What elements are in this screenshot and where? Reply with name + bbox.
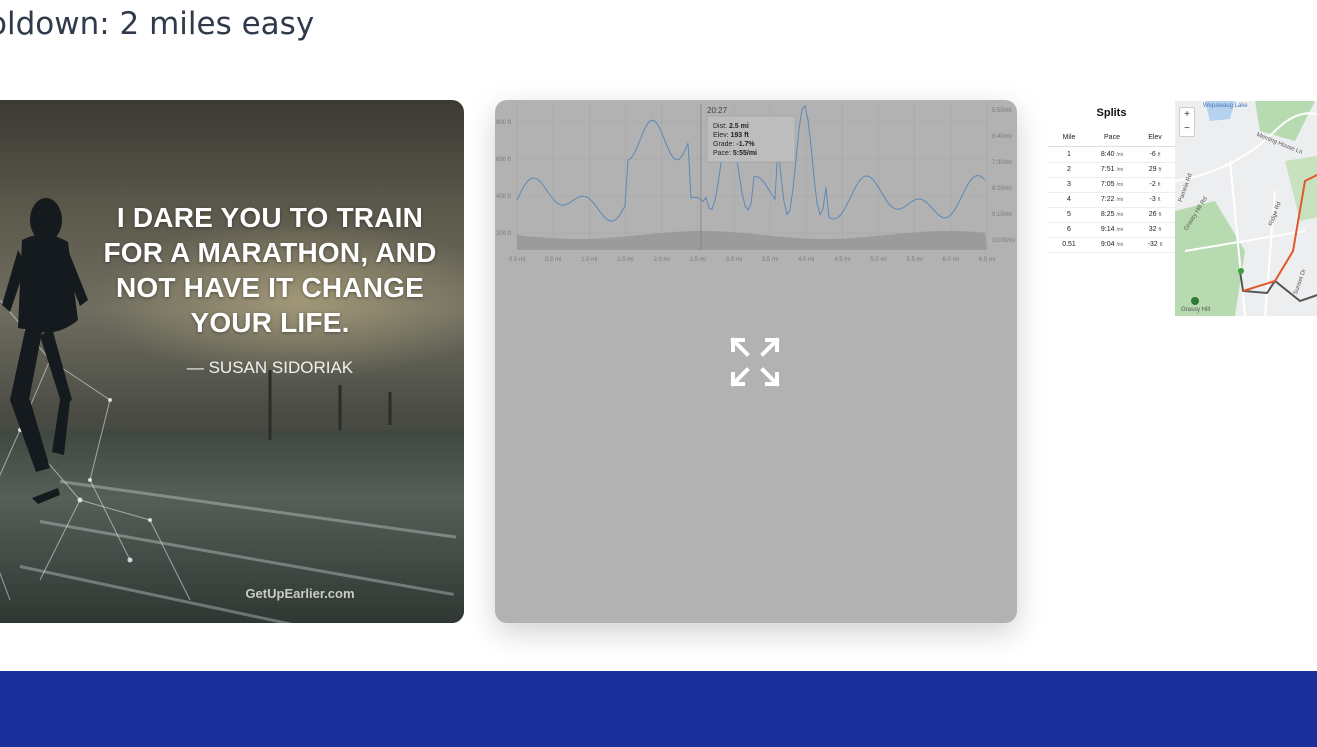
quote-author: — SUSAN SIDORIAK: [186, 358, 354, 377]
splits-header-row: Mile Pace Elev: [1048, 134, 1175, 147]
y-left-tick-label: 800 ft: [496, 120, 511, 126]
split-elev: -2 ft: [1149, 181, 1161, 188]
splits-table: Splits Mile Pace Elev 1 8:40 /mi -6 ft 2 7:5…: [1048, 101, 1175, 316]
y-right-tick-label: 9:10/mi: [992, 212, 1012, 218]
svg-text:Grade: -1.7%: Grade: -1.7%: [713, 141, 755, 148]
split-elev: -32 ft: [1147, 241, 1163, 248]
route-map[interactable]: + − Wepawaug Lake Meeting House Ln Grass…: [1175, 101, 1317, 316]
col-pace: Pace: [1104, 134, 1120, 141]
x-tick-label: 5.5 mi: [907, 257, 923, 263]
y-right-tick-label: 10:00/mi: [992, 238, 1015, 244]
split-pace: 8:40 /mi: [1100, 151, 1124, 158]
expand-arrows-icon: [730, 337, 780, 387]
split-pace: 9:04 /mi: [1100, 241, 1124, 248]
map-label: Grassy Hill: [1181, 307, 1211, 313]
split-mile: 6: [1067, 226, 1071, 233]
quote-text: I DARE YOU TO TRAIN FOR A MARATHON, AND …: [103, 202, 437, 338]
x-tick-label: 1.0 mi: [581, 257, 597, 263]
y-right-tick-label: 7:30/mi: [992, 160, 1012, 166]
split-pace: 7:51 /mi: [1100, 166, 1124, 173]
split-pace: 8:25 /mi: [1100, 211, 1124, 218]
x-tick-label: 6.0 mi: [943, 257, 959, 263]
col-mile: Mile: [1062, 134, 1076, 141]
split-elev: 26 ft: [1148, 211, 1162, 218]
x-tick-label: 2.0 mi: [653, 257, 669, 263]
split-row: 4 7:22 /mi -3 ft: [1048, 192, 1175, 208]
split-row: 5 8:25 /mi 26 ft: [1048, 207, 1175, 223]
expand-button[interactable]: [727, 334, 783, 390]
section-heading: oldown: 2 miles easy: [0, 6, 315, 42]
footer-bar: [0, 671, 1317, 747]
split-row: 2 7:51 /mi 29 ft: [1048, 162, 1175, 178]
quote-image-card[interactable]: I DARE YOU TO TRAIN FOR A MARATHON, AND …: [0, 100, 464, 623]
map-label: Wepawaug Lake: [1203, 103, 1248, 109]
x-tick-label: 4.0 mi: [798, 257, 814, 263]
x-tick-label: 1.5 mi: [617, 257, 633, 263]
x-tick-label: 0.5 mi: [545, 257, 561, 263]
split-pace: 9:14 /mi: [1100, 226, 1124, 233]
split-row: 0.51 9:04 /mi -32 ft: [1048, 237, 1175, 253]
split-mile: 3: [1067, 181, 1071, 188]
x-tick-label: 2.5 mi: [690, 257, 706, 263]
split-mile: 2: [1067, 166, 1071, 173]
time-label: 20:27: [707, 106, 728, 115]
split-pace: 7:22 /mi: [1100, 196, 1124, 203]
quote-site-watermark: GetUpEarlier.com: [245, 586, 355, 601]
svg-text:Dist: 2.5 mi: Dist: 2.5 mi: [713, 123, 749, 130]
split-pace: 7:05 /mi: [1100, 181, 1124, 188]
zoom-out-button[interactable]: −: [1180, 122, 1194, 136]
split-elev: 29 ft: [1148, 166, 1162, 173]
y-left-tick-label: 400 ft: [496, 194, 511, 200]
y-right-tick-label: 5:50/mi: [992, 108, 1012, 114]
elevation-area: [517, 231, 987, 250]
x-tick-label: 0.0 mi: [509, 257, 525, 263]
split-mile: 4: [1067, 196, 1071, 203]
y-right-tick-label: 8:20/mi: [992, 186, 1012, 192]
map-zoom-control[interactable]: + −: [1179, 107, 1195, 137]
split-mile: 1: [1067, 151, 1071, 158]
split-row: 6 9:14 /mi 32 ft: [1048, 222, 1175, 238]
split-elev: -3 ft: [1149, 196, 1161, 203]
zoom-in-button[interactable]: +: [1180, 108, 1194, 122]
split-row: 1 8:40 /mi -6 ft: [1048, 147, 1175, 163]
col-elev: Elev: [1148, 134, 1162, 141]
elevation-chart-card[interactable]: 800 ft 600 ft 400 ft 200 ft 5:50/mi 6:40/mi 7…: [495, 100, 1017, 623]
split-elev: 32 ft: [1148, 226, 1162, 233]
y-left-tick-label: 200 ft: [496, 231, 511, 237]
splits-map-card[interactable]: Splits Mile Pace Elev 1 8:40 /mi -6 ft 2 7:5…: [1048, 101, 1317, 316]
split-mile: 5: [1067, 211, 1071, 218]
x-tick-label: 3.5 mi: [762, 257, 778, 263]
y-left-tick-label: 600 ft: [496, 157, 511, 163]
split-row: 3 7:05 /mi -2 ft: [1048, 177, 1175, 193]
split-mile: 0.51: [1062, 241, 1076, 248]
y-right-tick-label: 6:40/mi: [992, 134, 1012, 140]
x-tick-label: 4.5 mi: [834, 257, 850, 263]
x-tick-label: 3.0 mi: [726, 257, 742, 263]
splits-title: Splits: [1096, 107, 1127, 119]
split-elev: -6 ft: [1149, 151, 1161, 158]
svg-text:Elev: 193 ft: Elev: 193 ft: [713, 132, 749, 139]
svg-text:Pace: 5:55/mi: Pace: 5:55/mi: [713, 150, 757, 157]
x-tick-label: 5.0 mi: [870, 257, 886, 263]
x-tick-label: 6.5 mi: [979, 257, 995, 263]
